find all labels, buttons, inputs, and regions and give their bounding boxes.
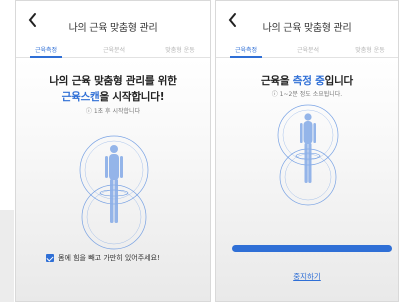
header: 나의 근육 맞춤형 관리: [216, 1, 398, 41]
header: 나의 근육 맞춤형 관리: [16, 1, 210, 41]
tab-active-indicator: [30, 56, 62, 58]
headline-highlight: 근육스캔: [61, 91, 100, 103]
background-card: [0, 210, 14, 302]
tab-active-indicator: [230, 56, 262, 58]
scan-content: 나의 근육 맞춤형 관리를 위한 근육스캔을 시작합니다! ⓘ 1초 후 시작합…: [16, 59, 210, 301]
tab-measure[interactable]: 근육측정: [16, 45, 76, 54]
headline-line-1: 나의 근육 맞춤형 관리를 위한: [49, 75, 177, 87]
tab-analysis[interactable]: 근육분석: [84, 45, 144, 54]
relax-checkbox-row[interactable]: 몸에 힘을 빼고 가만히 있어주세요!: [46, 253, 160, 263]
tab-custom-exercise[interactable]: 맞춤형 운동: [150, 45, 210, 54]
body-scan-figure-icon: [79, 135, 149, 250]
scan-content: 근육을 측정 중입니다 ⓘ 1~2분 정도 소요됩니다. 중지하기: [216, 59, 398, 301]
stop-button[interactable]: 중지하기: [216, 271, 398, 282]
page-title: 나의 근육 맞춤형 관리: [68, 23, 158, 34]
screen-scan-start: 나의 근육 맞춤형 관리 근육측정 근육분석 맞춤형 운동 나의 근육 맞춤형 …: [15, 0, 211, 302]
tab-bar: 근육측정 근육분석 맞춤형 운동: [216, 42, 398, 58]
body-scan-figure-icon: [277, 104, 339, 206]
headline: 근육을 측정 중입니다: [216, 73, 398, 88]
scan-progress-bar: [232, 245, 392, 252]
tab-custom-exercise[interactable]: 맞춤형 운동: [340, 45, 398, 54]
page-title: 나의 근육 맞춤형 관리: [262, 23, 352, 34]
headline-prefix: 근육을: [260, 75, 293, 87]
headline-line-2: 근육스캔을 시작합니다!: [16, 89, 210, 104]
countdown-note: ⓘ 1초 후 시작합니다: [85, 108, 141, 115]
headline-rest: 을 시작합니다!: [99, 91, 165, 103]
headline-suffix: 입니다: [324, 75, 354, 87]
tab-bar: 근육측정 근육분석 맞춤형 운동: [16, 42, 210, 58]
tab-analysis[interactable]: 근육분석: [278, 45, 338, 54]
tab-measure[interactable]: 근육측정: [216, 45, 276, 54]
screen-scan-progress: 나의 근육 맞춤형 관리 근육측정 근육분석 맞춤형 운동 근육을 측정 중입니…: [215, 0, 399, 302]
headline-highlight: 측정 중: [292, 75, 325, 87]
relax-checkbox-label: 몸에 힘을 빼고 가만히 있어주세요!: [58, 254, 160, 262]
checkbox-checked-icon[interactable]: [46, 254, 54, 262]
